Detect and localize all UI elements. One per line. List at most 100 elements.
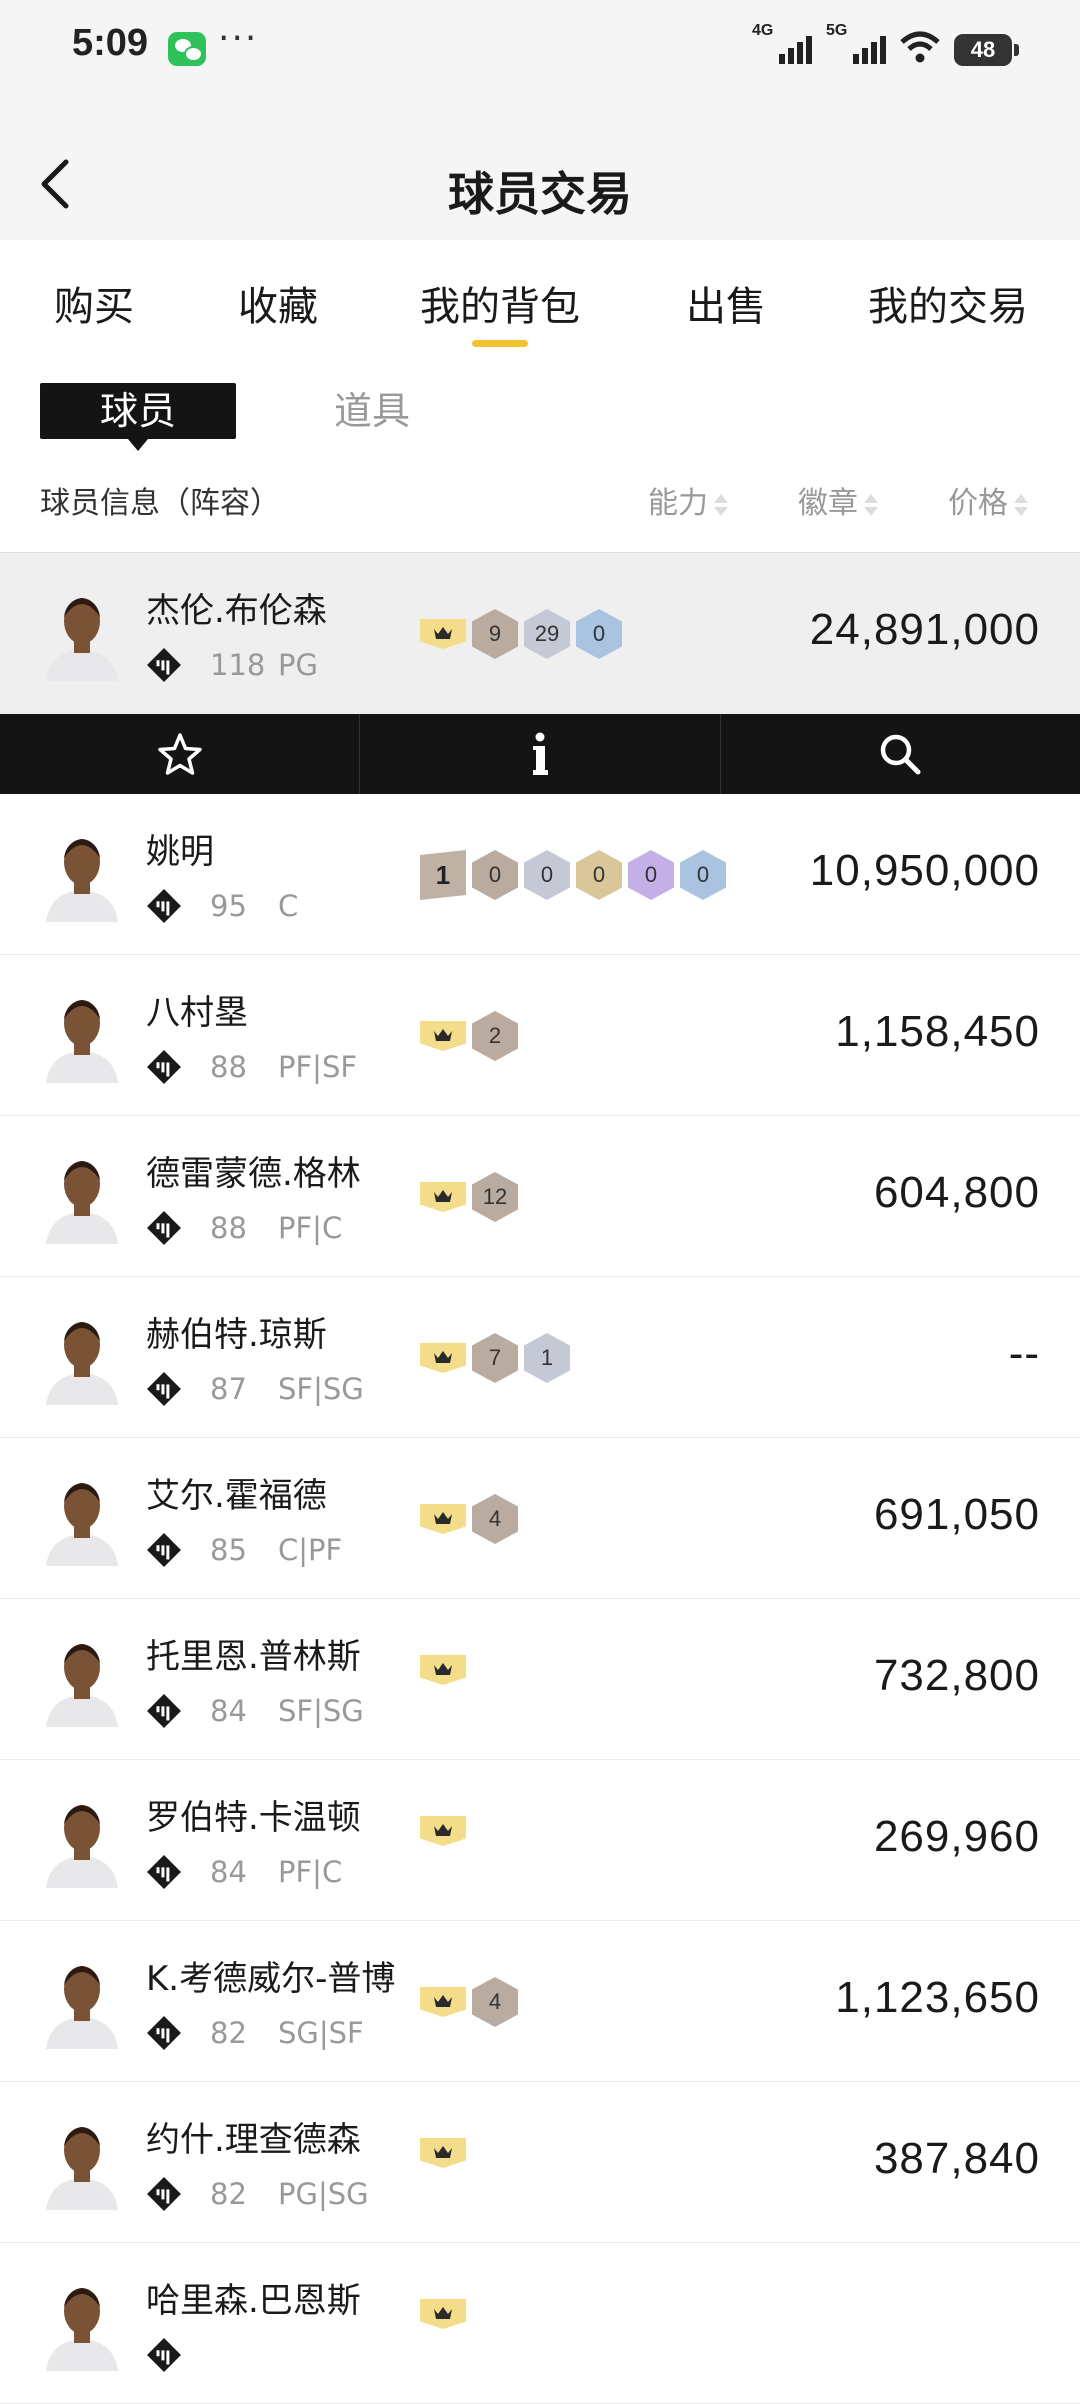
player-rating: 84 [210,1694,247,1728]
player-price: 604,800 [873,1168,1040,1217]
player-name: 姚明 [146,832,214,872]
badge-first: 1 [420,850,466,900]
badge-group [420,2138,466,2168]
wifi-icon [900,30,940,66]
player-row[interactable]: 哈里森.巴恩斯 [0,2243,1080,2404]
level-diamond-icon [147,1855,181,1889]
player-row[interactable]: 罗伯特.卡温顿 84 PF|C 269,960 [0,1760,1080,1921]
player-rating: 88 [210,1050,247,1084]
player-meta: 95 C [146,886,298,926]
level-diamond-icon [147,1050,181,1084]
tab-favorites[interactable]: 收藏 [238,274,318,332]
player-position: C [278,889,299,923]
sort-badges[interactable]: 徽章 [798,478,878,522]
player-list: 杰伦.布伦森 118 PG 9 29 0 24,891,000 姚明 95 C … [0,552,1080,2404]
nav-bar: 球员交易 [0,100,1080,240]
status-time: 5:09 [72,22,149,64]
player-action-bar [0,714,1080,794]
active-tab-indicator [472,340,528,347]
player-row[interactable]: 托里恩.普林斯 84 SF|SG 732,800 [0,1599,1080,1760]
badge-blue: 0 [576,609,622,659]
tab-sell[interactable]: 出售 [686,274,766,332]
crown-icon [420,1816,466,1846]
avatar [40,581,124,681]
info-icon [532,732,548,775]
status-bar: 5:09 ··· 4G 5G 48 [0,0,1080,100]
badge-group: 71 [420,1333,570,1383]
avatar [40,1788,124,1888]
avatar [40,983,124,1083]
player-meta: 82 PG|SG [146,2174,369,2214]
badge-bronze: 4 [472,1977,518,2027]
level-diamond-icon [147,889,181,923]
sort-ability[interactable]: 能力 [648,478,728,522]
player-row[interactable]: 姚明 95 C 100000 10,950,000 [0,794,1080,955]
player-meta: 88 PF|SF [146,1047,357,1087]
level-diamond-icon [147,1694,181,1728]
player-rating: 88 [210,1211,247,1245]
player-name: 八村塁 [146,993,248,1033]
sort-price[interactable]: 价格 [948,478,1028,522]
level-diamond-icon [147,1533,181,1567]
badge-blue: 0 [680,850,726,900]
avatar [40,822,124,922]
tab-buy[interactable]: 购买 [54,274,134,332]
badge-gold: 0 [576,850,622,900]
avatar [40,1305,124,1405]
badge-bronze: 7 [472,1333,518,1383]
player-name: 托里恩.普林斯 [146,1637,361,1677]
sort-arrows-icon [864,492,878,518]
subtab-players[interactable]: 球员 [40,383,236,451]
player-meta: 87 SF|SG [146,1369,364,1409]
tab-my-bag[interactable]: 我的背包 [420,274,580,332]
badge-bronze: 2 [472,1011,518,1061]
player-name: 杰伦.布伦森 [146,591,327,631]
avatar [40,1144,124,1244]
crown-icon [420,1021,466,1051]
avatar [40,1466,124,1566]
badge-group: 12 [420,1172,518,1222]
level-diamond-icon [147,1211,181,1245]
player-rating: 82 [210,2016,247,2050]
player-rating: 118 [210,648,266,682]
player-row[interactable]: 杰伦.布伦森 118 PG 9 29 0 24,891,000 [0,552,1080,714]
crown-icon [420,1343,466,1373]
player-row[interactable]: K.考德威尔-普博 82 SG|SF 4 1,123,650 [0,1921,1080,2082]
badge-group [420,2299,466,2329]
crown-icon [420,2138,466,2168]
badge-group: 2 [420,1011,518,1061]
badge-group: 100000 [420,850,726,900]
player-meta: 82 SG|SF [146,2013,364,2053]
badge-group [420,1655,466,1685]
search-button[interactable] [721,714,1080,794]
player-row[interactable]: 德雷蒙德.格林 88 PF|C 12 604,800 [0,1116,1080,1277]
player-meta [146,2335,278,2375]
star-icon [157,733,202,775]
signal-5g-icon: 5G [826,22,886,66]
player-name: 哈里森.巴恩斯 [146,2281,361,2321]
badge-silver: 29 [524,609,570,659]
player-position: PF|C [278,1855,343,1889]
badge-bronze: 12 [472,1172,518,1222]
player-row[interactable]: 赫伯特.琼斯 87 SF|SG 71 -- [0,1277,1080,1438]
player-name: 约什.理查德森 [146,2120,361,2160]
level-diamond-icon [147,1372,181,1406]
crown-icon [420,1987,466,2017]
player-price: 24,891,000 [809,605,1040,654]
tab-my-trades[interactable]: 我的交易 [868,274,1028,332]
net-label-4g: 4G [752,22,774,39]
sort-arrows-icon [714,492,728,518]
status-dots: ··· [218,18,259,59]
player-rating: 95 [210,889,247,923]
player-row[interactable]: 约什.理查德森 82 PG|SG 387,840 [0,2082,1080,2243]
subtab-items[interactable]: 道具 [334,383,410,439]
player-price: 1,123,650 [835,1973,1040,2022]
info-button[interactable] [360,714,721,794]
favorite-button[interactable] [0,714,361,794]
badge-silver: 0 [524,850,570,900]
player-row[interactable]: 艾尔.霍福德 85 C|PF 4 691,050 [0,1438,1080,1599]
player-position: SF|SG [278,1372,364,1406]
player-row[interactable]: 八村塁 88 PF|SF 2 1,158,450 [0,955,1080,1116]
battery-icon: 48 [954,34,1019,66]
avatar [40,2110,124,2210]
